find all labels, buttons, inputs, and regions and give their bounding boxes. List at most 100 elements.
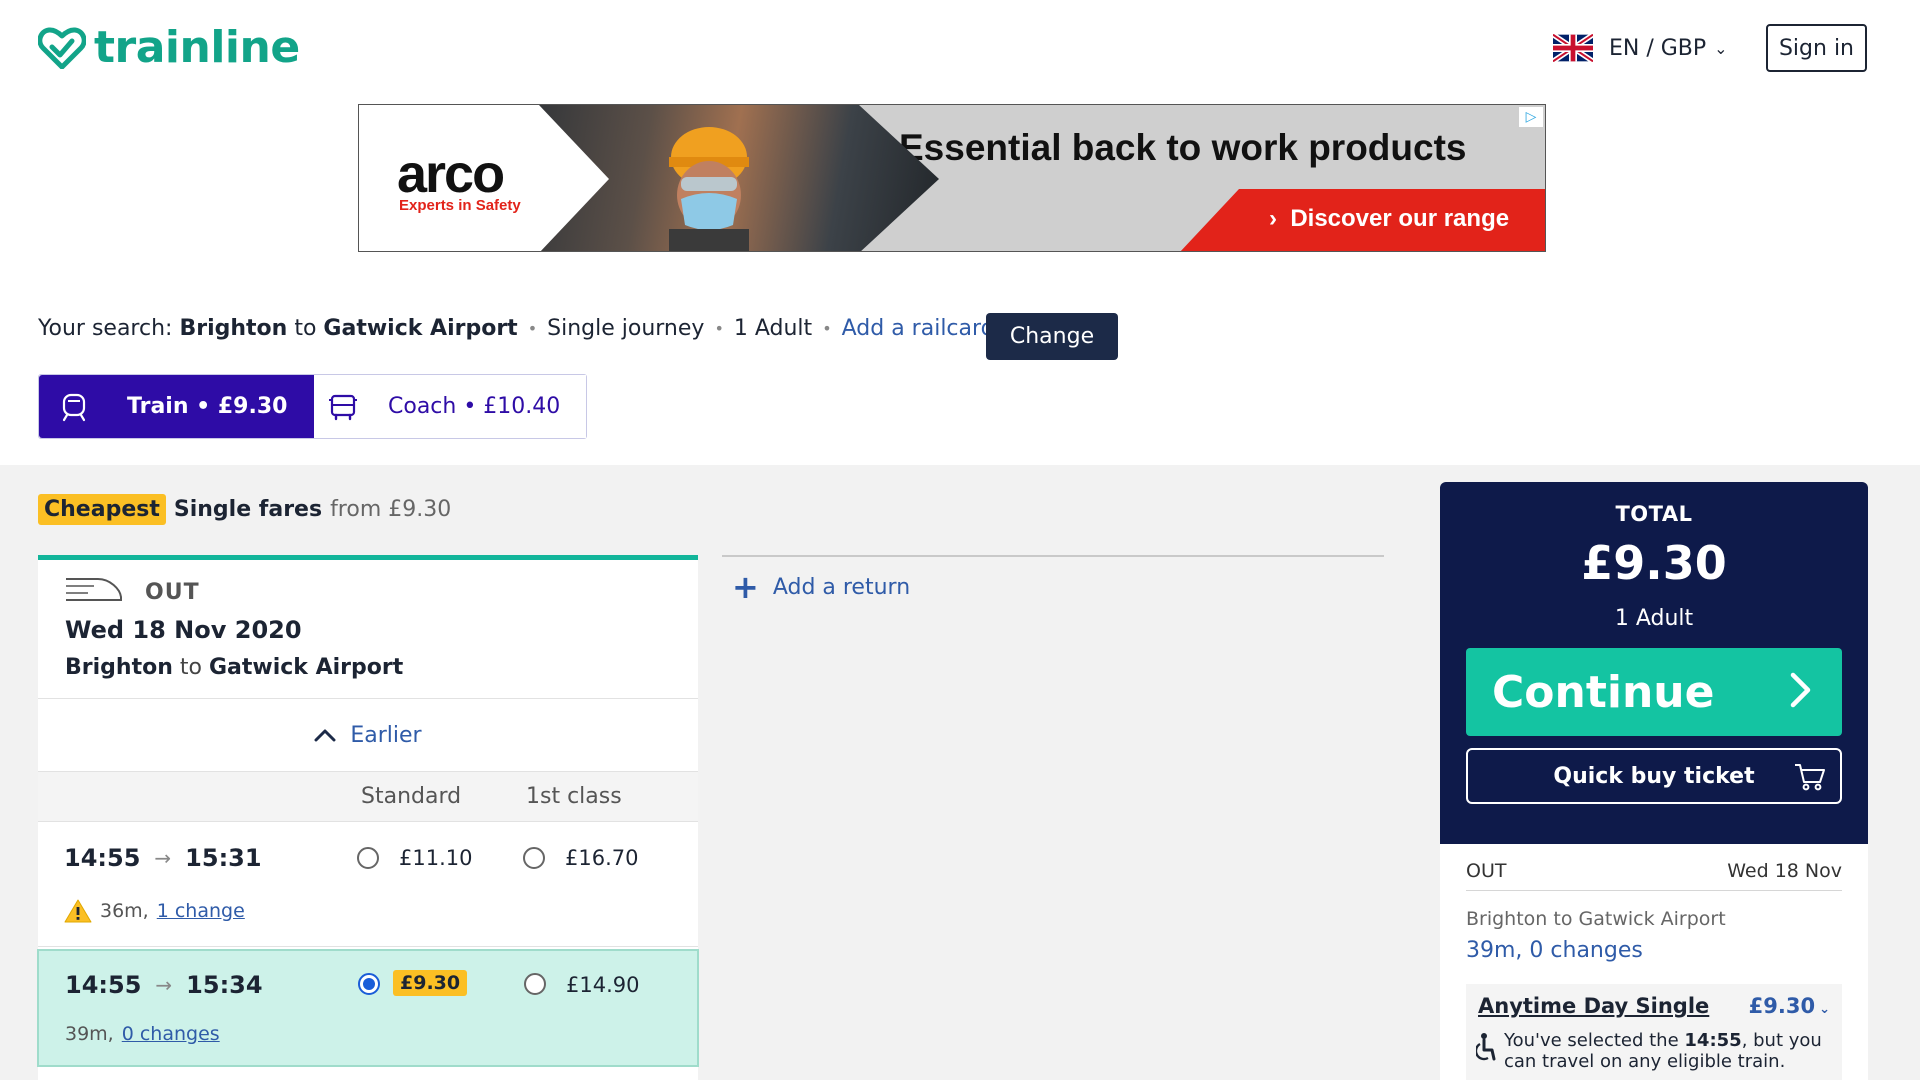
fare-price-toggle[interactable]: £9.30 ⌄ <box>1749 994 1830 1018</box>
depart-time: 14:55 <box>65 971 142 999</box>
continue-button[interactable]: Continue <box>1466 648 1842 736</box>
chevron-right-icon <box>1790 672 1811 708</box>
search-journey-type: Single journey <box>547 316 705 341</box>
change-search-button[interactable]: Change <box>986 313 1118 360</box>
earlier-label: Earlier <box>350 722 422 748</box>
uk-flag-icon <box>1553 34 1593 62</box>
search-destination: Gatwick Airport <box>323 316 518 341</box>
journey-info: 36m, 1 change <box>64 898 245 924</box>
fare-note-time: 14:55 <box>1684 1030 1742 1051</box>
search-prefix: Your search: <box>38 316 173 341</box>
ad-cta-link[interactable]: › Discover our range <box>1269 205 1509 233</box>
outbound-route: Brighton to Gatwick Airport <box>65 655 403 680</box>
outbound-results-card: OUT Wed 18 Nov 2020 Brighton to Gatwick … <box>37 555 699 1080</box>
logo-text: trainline <box>94 22 300 73</box>
fare-column-headers: Standard 1st class <box>38 772 698 822</box>
plus-icon: + <box>732 568 759 606</box>
search-summary: Your search: Brighton to Gatwick Airport… <box>38 316 995 341</box>
first-class-fare-radio[interactable] <box>524 973 546 995</box>
tab-train-label: Train • £9.30 <box>127 394 288 419</box>
fare-note-before: You've selected the <box>1504 1030 1685 1051</box>
outbound-destination: Gatwick Airport <box>208 655 404 680</box>
search-origin: Brighton <box>179 316 288 341</box>
journey-summary: OUT Wed 18 Nov Brighton to Gatwick Airpo… <box>1440 844 1868 1080</box>
standard-fare-price: £11.10 <box>399 846 473 870</box>
summary-header: OUT Wed 18 Nov <box>1466 860 1842 891</box>
fare-details: Anytime Day Single £9.30 ⌄ You've selecte… <box>1466 984 1842 1080</box>
quick-buy-label: Quick buy ticket <box>1553 763 1755 789</box>
total-panel: TOTAL £9.30 1 Adult Continue Quick buy t… <box>1440 482 1868 844</box>
standard-column-header: Standard <box>361 784 462 809</box>
first-class-fare-price: £16.70 <box>565 846 639 870</box>
arrive-time: 15:34 <box>186 971 263 999</box>
ad-tagline: Experts in Safety <box>399 197 521 214</box>
add-return-button[interactable]: + Add a return <box>732 571 910 603</box>
ad-cta-text: Discover our range <box>1290 205 1510 232</box>
earlier-trains-button[interactable]: Earlier <box>38 699 698 772</box>
return-divider <box>722 555 1384 557</box>
journey-changes-link[interactable]: 1 change <box>157 900 245 922</box>
first-class-fare-radio[interactable] <box>523 847 545 869</box>
fare-note: You've selected the 14:55, but you can t… <box>1504 1030 1834 1072</box>
arrive-time: 15:31 <box>185 844 262 872</box>
first-class-column-header: 1st class <box>526 784 622 809</box>
fares-from: from £9.30 <box>330 497 452 522</box>
journey-times: 14:55 → 15:34 <box>65 971 263 999</box>
chevron-up-icon <box>314 729 336 742</box>
ad-worker-image <box>669 127 749 251</box>
cart-icon <box>1795 764 1825 791</box>
locale-label: EN / GBP <box>1609 35 1707 61</box>
total-amount: £9.30 <box>1581 536 1727 590</box>
chevron-down-icon: ⌄ <box>1819 1002 1830 1017</box>
journey-info: 39m, 0 changes <box>65 1023 220 1045</box>
separator-dot: • <box>822 319 832 338</box>
tab-train[interactable]: Train • £9.30 <box>39 375 314 438</box>
ad-brand: arco <box>397 144 505 204</box>
separator-dot: • <box>527 319 538 338</box>
ad-headline: Essential back to work products <box>899 127 1467 168</box>
chevron-down-icon: ⌄ <box>1714 38 1728 58</box>
outbound-label: OUT <box>145 580 200 605</box>
add-return-label: Add a return <box>772 574 911 600</box>
arrow-right-icon: → <box>155 973 173 997</box>
journey-times: 14:55 → 15:31 <box>64 844 262 872</box>
fare-price: £9.30 <box>1748 994 1816 1018</box>
continue-label: Continue <box>1492 666 1715 718</box>
header: trainline EN / GBP ⌄ Sign in <box>0 0 1920 100</box>
add-railcard-link[interactable]: Add a railcard <box>842 316 995 341</box>
first-class-fare-price: £14.90 <box>566 973 640 997</box>
summary-duration-link[interactable]: 39m, 0 changes <box>1466 938 1643 963</box>
separator-dot: • <box>714 319 724 338</box>
cheapest-badge: Cheapest <box>38 494 166 525</box>
train-side-icon <box>66 578 122 601</box>
transport-mode-tabs: Train • £9.30 Coach • £10.40 <box>38 374 587 439</box>
quick-buy-button[interactable]: Quick buy ticket <box>1466 748 1842 804</box>
summary-direction: OUT <box>1466 860 1507 882</box>
standard-fare-radio-selected[interactable] <box>358 973 380 995</box>
heart-logo-icon <box>38 26 86 69</box>
sign-in-button[interactable]: Sign in <box>1766 24 1867 72</box>
depart-time: 14:55 <box>64 844 141 872</box>
standard-fare-radio[interactable] <box>357 847 379 869</box>
chevron-right-icon: › <box>1269 205 1291 232</box>
journey-row[interactable]: 14:55 → 15:31 36m, 1 change £11.10 £16.7… <box>38 822 698 947</box>
locale-selector[interactable]: EN / GBP ⌄ <box>1553 34 1728 62</box>
journey-duration: 39m, <box>65 1023 114 1045</box>
adchoices-icon[interactable]: ▷ <box>1519 107 1543 127</box>
search-passengers: 1 Adult <box>733 316 813 341</box>
total-passengers: 1 Adult <box>1614 606 1694 631</box>
journey-changes-link[interactable]: 0 changes <box>122 1023 220 1045</box>
fares-label: Single fares <box>173 497 323 522</box>
outbound-header: OUT Wed 18 Nov 2020 Brighton to Gatwick … <box>38 560 698 699</box>
arrow-right-icon: → <box>154 846 172 870</box>
journey-row-selected[interactable]: 14:55 → 15:34 39m, 0 changes £9.30 £14.9… <box>37 949 699 1067</box>
tab-coach[interactable]: Coach • £10.40 <box>314 375 586 438</box>
advertisement-banner[interactable]: arco Experts in Safety Essential back to… <box>358 104 1546 252</box>
outbound-to: to <box>179 655 202 680</box>
outbound-date: Wed 18 Nov 2020 <box>65 616 302 644</box>
trainline-logo[interactable]: trainline <box>38 22 300 73</box>
search-to: to <box>294 316 317 341</box>
fare-name-link[interactable]: Anytime Day Single <box>1478 994 1709 1018</box>
journey-duration: 36m, <box>100 900 149 922</box>
person-walking-icon <box>1476 1033 1496 1061</box>
